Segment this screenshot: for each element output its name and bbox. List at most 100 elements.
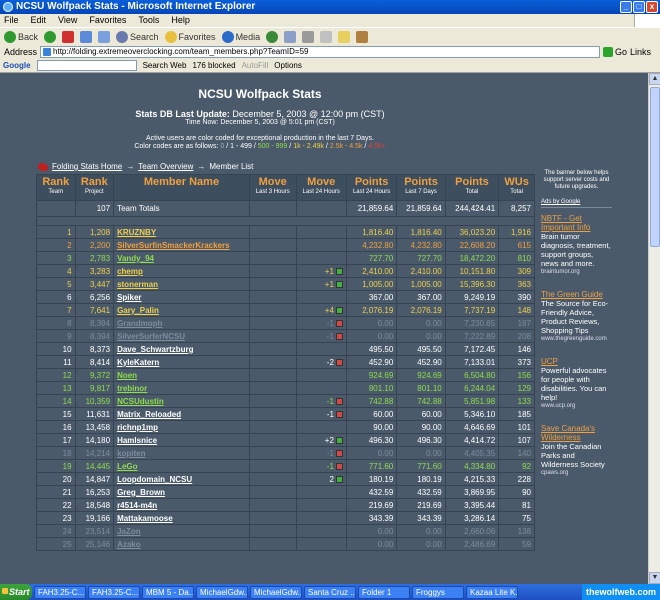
taskbar-task[interactable]: Froggys <box>412 585 464 599</box>
member-name-link[interactable]: SilverSurferNCSU <box>113 329 250 343</box>
member-name-link[interactable]: kopiten <box>113 446 250 460</box>
home-button[interactable] <box>98 30 111 43</box>
move-down-icon <box>335 449 343 457</box>
cell-t: 6,244.04 <box>444 381 500 395</box>
menu-edit[interactable]: Edit <box>31 14 47 27</box>
cell-p: 9,372 <box>74 368 115 382</box>
time-now: Time Now: December 5, 2003 @ 5:01 pm (CS… <box>185 119 335 126</box>
taskbar-task[interactable]: MichaelGdw... <box>250 585 302 599</box>
member-name-link[interactable]: richnp1mp <box>113 420 250 434</box>
taskbar-task[interactable]: Folder 1 <box>358 585 410 599</box>
member-name-link[interactable]: Greg_Brown <box>113 485 250 499</box>
member-name-link[interactable]: Matrix_Reloaded <box>113 407 250 421</box>
member-name-link[interactable]: Hamlsnice <box>113 433 250 447</box>
stop-button[interactable] <box>62 30 75 43</box>
scroll-up-icon[interactable]: ▲ <box>649 73 660 85</box>
table-row: 19 14,445 LeGo -1 771.60 771.60 4,334.80 92 <box>36 459 535 473</box>
member-name-link[interactable]: Grandmoph <box>113 316 250 330</box>
member-name-link[interactable]: Gary_Palin <box>113 303 250 317</box>
team-overview-link[interactable]: Team Overview <box>138 162 193 171</box>
back-button[interactable]: Back <box>4 30 38 43</box>
member-name-link[interactable]: Azako <box>113 537 250 551</box>
minimize-button[interactable]: _ <box>620 1 632 13</box>
popup-blocked-count[interactable]: 176 blocked <box>192 61 235 70</box>
close-button[interactable]: x <box>646 1 658 13</box>
member-name-link[interactable]: Noen <box>113 368 250 382</box>
vertical-scrollbar[interactable]: ▲ ▼ <box>648 73 660 584</box>
menu-favorites[interactable]: Favorites <box>89 14 126 27</box>
cell-p7: 0.00 <box>396 446 446 460</box>
member-name-link[interactable]: Dave_Schwartzburg <box>113 342 250 356</box>
autofill-button[interactable]: AutoFill <box>242 61 269 70</box>
member-name-link[interactable]: KRUZNBY <box>113 225 250 239</box>
taskbar-task[interactable]: FAH3.25-C... <box>34 585 86 599</box>
start-button[interactable]: Start <box>0 584 32 600</box>
google-search-input[interactable] <box>36 60 137 71</box>
go-button[interactable]: Go <box>603 47 627 57</box>
member-name-link[interactable]: Mattakamoose <box>113 511 250 525</box>
cell-m3 <box>248 498 297 512</box>
column-header: Points Last 24 Hours <box>345 174 398 201</box>
history-button[interactable] <box>266 30 279 43</box>
column-header: WUs Total <box>498 174 535 201</box>
search-button[interactable]: Search <box>116 30 159 43</box>
menu-help[interactable]: Help <box>171 14 190 27</box>
discuss-button[interactable] <box>338 30 351 43</box>
taskbar-task[interactable]: Kazaa Lite K... <box>466 585 518 599</box>
menu-view[interactable]: View <box>58 14 77 27</box>
member-name-link[interactable]: LeGo <box>113 459 250 473</box>
media-button[interactable]: Media <box>221 30 260 43</box>
messenger-button[interactable] <box>356 30 369 43</box>
links-button[interactable]: Links <box>630 47 651 57</box>
ad-nbtf[interactable]: NBTF - Get Important Info Brain tumor di… <box>541 214 612 276</box>
member-name-link[interactable]: Spiker <box>113 290 250 304</box>
address-input[interactable]: http://folding.extremeoverclocking.com/t… <box>40 46 601 58</box>
refresh-button[interactable] <box>80 30 93 43</box>
member-name-link[interactable]: JaZon <box>113 524 250 538</box>
cell-p24: 727.70 <box>345 251 398 265</box>
cell-r: 20 <box>36 472 76 486</box>
search-web-button[interactable]: Search Web <box>143 61 187 70</box>
member-name-link[interactable]: KyleKatern <box>113 355 250 369</box>
maximize-button[interactable]: □ <box>633 1 645 13</box>
ads-by-google-link[interactable]: Ads by Google <box>541 199 612 208</box>
print-button[interactable] <box>302 30 315 43</box>
cell-w: 140 <box>498 446 535 460</box>
cell-m24: -1 <box>295 446 347 460</box>
cell-m24 <box>295 368 347 382</box>
member-name-link[interactable]: stonerman <box>113 277 250 291</box>
menu-file[interactable]: File <box>4 14 19 27</box>
table-row: 8 8,394 Grandmoph -1 0.00 0.00 7,230.65 187 <box>36 316 535 330</box>
cell-r: 19 <box>36 459 76 473</box>
options-button[interactable]: Options <box>274 61 302 70</box>
cell-w: 92 <box>498 459 535 473</box>
scroll-thumb[interactable] <box>650 87 660 247</box>
member-name-link[interactable]: r4514-m4n <box>113 498 250 512</box>
forward-button[interactable] <box>44 30 57 43</box>
member-name-link[interactable]: Loopdomain_NCSU <box>113 472 250 486</box>
ad-canada-wilderness[interactable]: Save Canada's Wilderness Join the Canadi… <box>541 424 612 477</box>
folding-stats-home-link[interactable]: Folding Stats Home <box>52 162 122 171</box>
google-logo[interactable]: Google <box>3 61 31 70</box>
scroll-down-icon[interactable]: ▼ <box>649 572 660 584</box>
member-name-link[interactable]: NCSUdustin <box>113 394 250 408</box>
taskbar-task[interactable]: FAH3.25-C... <box>88 585 140 599</box>
cell-t: 4,646.69 <box>444 420 500 434</box>
edit-button[interactable] <box>320 30 333 43</box>
taskbar-task[interactable]: Santa Cruz ... <box>304 585 356 599</box>
cell-r: 14 <box>36 394 76 408</box>
ad-ucp[interactable]: UCP Powerful advocates for people with d… <box>541 357 612 410</box>
member-name-link[interactable]: trebinor <box>113 381 250 395</box>
member-name-link[interactable]: SilverSurfinSmackerKrackers <box>113 238 250 252</box>
mail-button[interactable] <box>284 30 297 43</box>
taskbar-task[interactable]: MBM 5 - Da... <box>142 585 194 599</box>
favorites-button[interactable]: Favorites <box>164 30 216 43</box>
member-name-link[interactable]: chemp <box>113 264 250 278</box>
table-row: 14 10,359 NCSUdustin -1 742.88 742.88 5,851.98… <box>36 394 535 408</box>
menu-tools[interactable]: Tools <box>138 14 159 27</box>
taskbar-task[interactable]: MichaelGdw... <box>196 585 248 599</box>
cell-w: 373 <box>498 355 535 369</box>
cell-t: 18,472.20 <box>444 251 500 265</box>
ad-green-guide[interactable]: The Green Guide The Source for Eco-Frien… <box>541 290 612 343</box>
member-name-link[interactable]: Vandy_94 <box>113 251 250 265</box>
